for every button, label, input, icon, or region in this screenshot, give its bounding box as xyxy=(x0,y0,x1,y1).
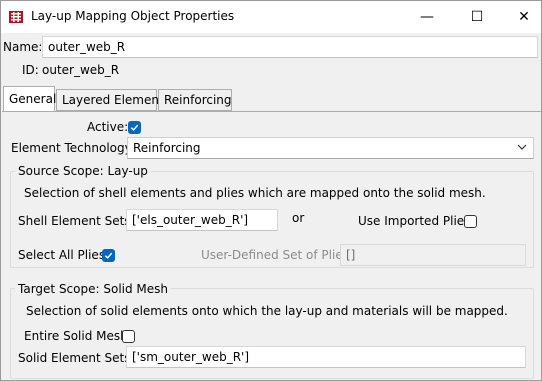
element-technology-select[interactable]: Reinforcing xyxy=(127,137,534,159)
active-label: Active: xyxy=(87,120,129,134)
tab-general-label: General xyxy=(9,92,57,106)
minimize-button[interactable]: — xyxy=(404,1,450,33)
active-checkbox[interactable] xyxy=(128,121,141,134)
shell-element-sets-label: Shell Element Sets: xyxy=(18,214,135,228)
title-bar: Lay-up Mapping Object Properties — ☐ ✕ xyxy=(1,1,541,33)
tab-general[interactable]: General xyxy=(3,86,57,111)
solid-element-sets-label: Solid Element Sets: xyxy=(18,351,135,365)
entire-solid-mesh-checkbox[interactable] xyxy=(122,330,135,343)
solid-element-sets-input[interactable]: ['sm_outer_web_R'] xyxy=(126,346,526,368)
use-imported-plies-label: Use Imported Plies: xyxy=(358,214,475,228)
select-all-plies-checkbox[interactable] xyxy=(102,249,115,262)
target-scope-title: Target Scope: Solid Mesh xyxy=(15,282,172,296)
element-technology-value: Reinforcing xyxy=(133,141,201,155)
tab-reinforcing-label: Reinforcing xyxy=(164,93,232,107)
general-tab-panel: Active: Element Technology: Reinforcing … xyxy=(2,111,541,379)
entire-solid-mesh-label: Entire Solid Mesh: xyxy=(24,329,132,343)
shell-element-sets-input[interactable]: ['els_outer_web_R'] xyxy=(126,209,278,231)
tab-layered-element-label: Layered Element xyxy=(62,93,164,107)
minimize-icon: — xyxy=(420,9,434,25)
close-button[interactable]: ✕ xyxy=(501,1,542,33)
name-label: Name: xyxy=(3,40,43,54)
checkmark-icon xyxy=(104,252,113,259)
id-value: outer_web_R xyxy=(42,63,120,77)
acp-app-icon xyxy=(8,9,24,25)
use-imported-plies-checkbox[interactable] xyxy=(464,215,477,228)
checkmark-icon xyxy=(130,124,139,131)
close-icon: ✕ xyxy=(518,9,530,25)
select-all-plies-label: Select All Plies: xyxy=(18,248,110,262)
window-title: Lay-up Mapping Object Properties xyxy=(31,9,235,23)
element-technology-label: Element Technology: xyxy=(11,141,135,155)
source-scope-description: Selection of shell elements and plies wh… xyxy=(24,186,486,200)
chevron-down-icon xyxy=(517,144,527,150)
or-label: or xyxy=(292,211,305,225)
id-label: ID: xyxy=(22,63,39,77)
tab-reinforcing[interactable]: Reinforcing xyxy=(158,89,232,111)
properties-window: Lay-up Mapping Object Properties — ☐ ✕ N… xyxy=(0,0,542,381)
maximize-icon: ☐ xyxy=(470,9,484,25)
tab-layered-element[interactable]: Layered Element xyxy=(56,89,164,111)
source-scope-title: Source Scope: Lay-up xyxy=(15,164,151,178)
target-scope-description: Selection of solid elements onto which t… xyxy=(26,304,508,318)
maximize-button[interactable]: ☐ xyxy=(454,1,500,33)
user-defined-plies-input: [] xyxy=(340,244,526,266)
name-input[interactable]: outer_web_R xyxy=(42,36,538,58)
user-defined-plies-label: User-Defined Set of Plies: xyxy=(201,248,353,262)
dialog-content: Name: outer_web_R ID: outer_web_R Genera… xyxy=(1,33,541,380)
